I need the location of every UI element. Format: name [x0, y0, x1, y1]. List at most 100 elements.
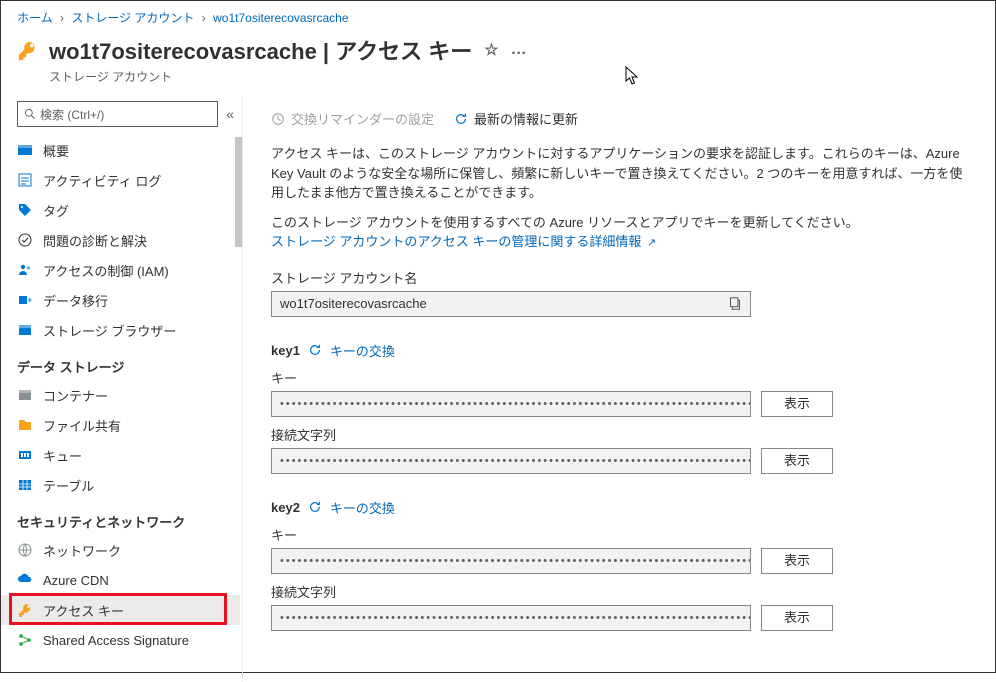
search-placeholder: 検索 (Ctrl+/)	[40, 106, 104, 123]
overview-icon	[17, 142, 33, 158]
network-icon	[17, 542, 33, 558]
account-name-label: ストレージ アカウント名	[271, 268, 967, 287]
activity-icon	[17, 172, 33, 188]
table-icon	[17, 477, 33, 493]
chevron-right-icon: ›	[202, 11, 206, 25]
browser-icon	[17, 322, 33, 338]
breadcrumb-current[interactable]: wo1t7ositerecovasrcache	[213, 11, 348, 25]
page-header: wo1t7ositerecovasrcache | アクセス キー ☆ … スト…	[1, 30, 995, 97]
key1-key-show-button[interactable]: 表示	[761, 391, 833, 417]
key2-conn-label: 接続文字列	[271, 582, 967, 601]
key2-key-label: キー	[271, 525, 967, 544]
sidebar-item-label: タグ	[43, 201, 69, 220]
sidebar-item-label: ネットワーク	[43, 541, 121, 560]
toolbar: 交換リマインダーの設定 最新の情報に更新	[271, 105, 967, 144]
key1-key-field: ••••••••••••••••••••••••••••••••••••••••…	[271, 391, 751, 417]
sidebar-item-label: アクセス キー	[43, 601, 124, 620]
fileshare-icon	[17, 417, 33, 433]
search-icon	[24, 108, 36, 120]
sidebar-item-cdn[interactable]: Azure CDN	[1, 565, 240, 595]
key2-rotate-button[interactable]: キーの交換	[330, 498, 395, 517]
sidebar-item-migrate[interactable]: データ移行	[1, 285, 240, 315]
sidebar-item-queue[interactable]: キュー	[1, 440, 240, 470]
sidebar-item-label: テーブル	[43, 476, 94, 495]
toolbar-refresh-label: 最新の情報に更新	[474, 109, 578, 128]
key2-conn-field: ••••••••••••••••••••••••••••••••••••••••…	[271, 605, 751, 631]
key-icon	[17, 40, 39, 62]
sidebar-item-label: データ移行	[43, 291, 108, 310]
sidebar-item-diagnose[interactable]: 問題の診断と解決	[1, 225, 240, 255]
search-input[interactable]: 検索 (Ctrl+/)	[17, 101, 218, 127]
main-content: 交換リマインダーの設定 最新の情報に更新 アクセス キーは、このストレージ アカ…	[243, 97, 995, 682]
sidebar-item-key[interactable]: アクセス キー	[1, 595, 240, 625]
scrollbar[interactable]	[235, 137, 242, 247]
key1-header: key1 キーの交換	[271, 341, 967, 360]
key1-name: key1	[271, 343, 300, 358]
diagnose-icon	[17, 232, 33, 248]
sidebar-item-fileshare[interactable]: ファイル共有	[1, 410, 240, 440]
desc2-text: このストレージ アカウントを使用するすべての Azure リソースとアプリでキー…	[271, 215, 859, 230]
external-link-icon: ↗	[647, 237, 656, 249]
doc-link[interactable]: ストレージ アカウントのアクセス キーの管理に関する詳細情報 ↗	[271, 234, 656, 249]
key2-header: key2 キーの交換	[271, 498, 967, 517]
sidebar-section: セキュリティとネットワーク	[1, 500, 240, 535]
sidebar-item-label: ファイル共有	[43, 416, 121, 435]
breadcrumb-storage-accounts[interactable]: ストレージ アカウント	[71, 11, 194, 25]
description-text-2: このストレージ アカウントを使用するすべての Azure リソースとアプリでキー…	[271, 213, 967, 252]
sidebar-item-label: アクティビティ ログ	[43, 171, 161, 190]
key2-conn-show-button[interactable]: 表示	[761, 605, 833, 631]
rotate-icon	[308, 343, 322, 357]
key1-conn-show-button[interactable]: 表示	[761, 448, 833, 474]
sidebar-item-tag[interactable]: タグ	[1, 195, 240, 225]
key2-key-field: ••••••••••••••••••••••••••••••••••••••••…	[271, 548, 751, 574]
account-name-field: wo1t7ositerecovasrcache	[271, 291, 751, 317]
set-rotation-reminder-button[interactable]: 交換リマインダーの設定	[271, 109, 434, 128]
key1-conn-field: ••••••••••••••••••••••••••••••••••••••••…	[271, 448, 751, 474]
collapse-sidebar-icon[interactable]: «	[226, 106, 234, 122]
cdn-icon	[17, 572, 33, 588]
more-actions-icon[interactable]: …	[511, 41, 527, 59]
key-icon	[17, 602, 33, 618]
sidebar-item-container[interactable]: コンテナー	[1, 380, 240, 410]
queue-icon	[17, 447, 33, 463]
key2-name: key2	[271, 500, 300, 515]
sidebar-item-browser[interactable]: ストレージ ブラウザー	[1, 315, 240, 345]
refresh-icon	[454, 112, 468, 126]
account-name-value: wo1t7ositerecovasrcache	[280, 296, 427, 311]
doc-link-text: ストレージ アカウントのアクセス キーの管理に関する詳細情報	[271, 234, 641, 249]
description-text-1: アクセス キーは、このストレージ アカウントに対するアプリケーションの要求を認証…	[271, 144, 967, 203]
sidebar-item-label: ストレージ ブラウザー	[43, 321, 176, 340]
sidebar-item-overview[interactable]: 概要	[1, 135, 240, 165]
chevron-right-icon: ›	[60, 11, 64, 25]
sidebar-item-activity[interactable]: アクティビティ ログ	[1, 165, 240, 195]
sidebar-item-table[interactable]: テーブル	[1, 470, 240, 500]
sas-icon	[17, 632, 33, 648]
toolbar-reminder-label: 交換リマインダーの設定	[291, 109, 434, 128]
sidebar-item-iam[interactable]: アクセスの制御 (IAM)	[1, 255, 240, 285]
tag-icon	[17, 202, 33, 218]
breadcrumb-home[interactable]: ホーム	[17, 11, 53, 25]
copy-icon[interactable]	[729, 297, 742, 310]
sidebar-item-sas[interactable]: Shared Access Signature	[1, 625, 240, 655]
container-icon	[17, 387, 33, 403]
key2-key-show-button[interactable]: 表示	[761, 548, 833, 574]
key1-rotate-button[interactable]: キーの交換	[330, 341, 395, 360]
iam-icon	[17, 262, 33, 278]
sidebar-item-label: 問題の診断と解決	[43, 231, 147, 250]
sidebar-item-label: アクセスの制御 (IAM)	[43, 261, 169, 280]
sidebar-item-label: Shared Access Signature	[43, 633, 189, 648]
favorite-star-icon[interactable]: ☆	[484, 40, 498, 60]
key1-key-label: キー	[271, 368, 967, 387]
migrate-icon	[17, 292, 33, 308]
key1-conn-label: 接続文字列	[271, 425, 967, 444]
sidebar: 検索 (Ctrl+/) « 概要アクティビティ ログタグ問題の診断と解決アクセス…	[1, 97, 243, 682]
sidebar-section: データ ストレージ	[1, 345, 240, 380]
sidebar-item-label: キュー	[43, 446, 82, 465]
sidebar-item-network[interactable]: ネットワーク	[1, 535, 240, 565]
sidebar-item-label: 概要	[43, 141, 69, 160]
breadcrumb: ホーム › ストレージ アカウント › wo1t7ositerecovasrca…	[1, 1, 995, 30]
rotate-icon	[308, 500, 322, 514]
page-subtitle: ストレージ アカウント	[49, 68, 527, 85]
clock-icon	[271, 112, 285, 126]
refresh-button[interactable]: 最新の情報に更新	[454, 109, 578, 128]
